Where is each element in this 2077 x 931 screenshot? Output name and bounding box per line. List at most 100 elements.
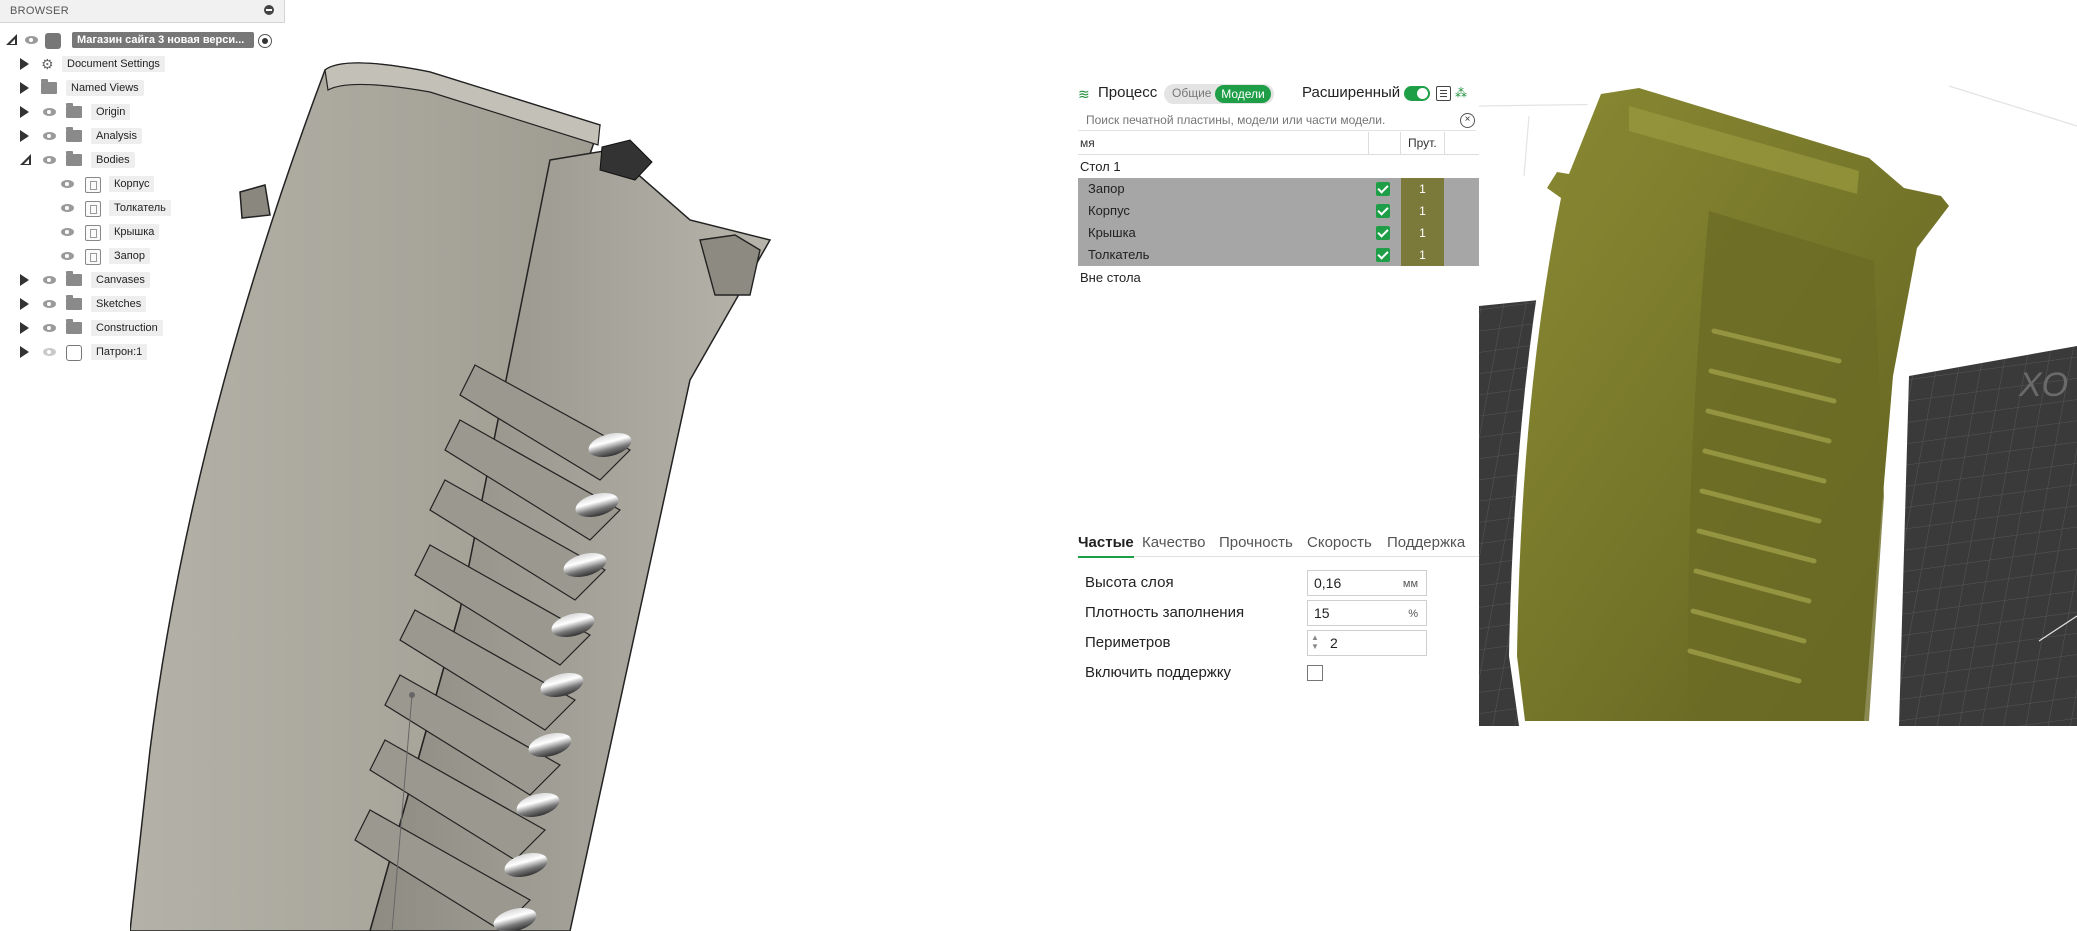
setting-label: Плотность заполнения xyxy=(1085,604,1245,621)
stepper-arrows-icon[interactable]: ▲ ▼ xyxy=(1311,633,1319,651)
tab-quality[interactable]: Качество xyxy=(1142,534,1205,551)
gear-icon: ⚙ xyxy=(41,56,54,72)
slicer-panel: ≋ Процесс Общие Модели Расширенный ⁂ × м… xyxy=(1078,78,1479,718)
object-name: Корпус xyxy=(1088,203,1130,218)
setting-perimeters: Периметров ▲ ▼ 2 xyxy=(1078,628,1479,656)
expand-icon[interactable] xyxy=(20,322,29,334)
seg-general[interactable]: Общие xyxy=(1172,86,1211,100)
eye-icon[interactable] xyxy=(43,108,56,116)
plate-label[interactable]: Стол 1 xyxy=(1080,159,1121,174)
component-icon xyxy=(45,33,61,49)
seg-models[interactable]: Модели xyxy=(1215,85,1271,103)
outside-plate-label[interactable]: Вне стола xyxy=(1080,270,1141,285)
setting-label: Включить поддержку xyxy=(1085,664,1232,681)
slicer-3d-view[interactable]: XO xyxy=(1479,76,2077,726)
object-count[interactable]: 1 xyxy=(1401,222,1444,244)
folder-icon xyxy=(66,271,82,286)
tab-frequent[interactable]: Частые xyxy=(1078,534,1134,558)
object-row-zapor[interactable]: Запор 1 xyxy=(1078,178,1479,200)
folder-icon xyxy=(66,103,82,118)
expand-icon[interactable] xyxy=(20,130,29,142)
expand-icon[interactable] xyxy=(20,274,29,286)
object-name: Крышка xyxy=(1088,225,1136,240)
setting-unit: мм xyxy=(1402,578,1418,590)
eye-icon[interactable] xyxy=(43,300,56,308)
eye-icon[interactable] xyxy=(43,276,56,284)
setting-unit: % xyxy=(1408,608,1418,620)
eye-icon[interactable] xyxy=(43,132,56,140)
layer-height-input[interactable]: 0,16 мм xyxy=(1307,570,1427,596)
eye-icon[interactable] xyxy=(43,324,56,332)
process-title: Процесс xyxy=(1098,84,1158,101)
expand-icon[interactable] xyxy=(20,106,29,118)
component-icon xyxy=(66,345,82,361)
perimeters-stepper[interactable]: ▲ ▼ 2 xyxy=(1307,630,1427,656)
setting-value: 15 xyxy=(1314,605,1330,621)
cad-side-lug xyxy=(239,184,271,219)
expand-icon[interactable] xyxy=(20,58,29,70)
eye-icon[interactable] xyxy=(61,204,74,212)
object-row-tolkatel[interactable]: Толкатель 1 xyxy=(1078,244,1479,266)
root-component-label: Магазин сайга 3 новая верси... xyxy=(72,32,254,48)
eye-icon[interactable] xyxy=(61,228,74,236)
collapse-icon[interactable] xyxy=(264,5,274,15)
process-bar: ≋ Процесс Общие Модели Расширенный ⁂ xyxy=(1078,78,1479,108)
setting-layer-height: Высота слоя 0,16 мм xyxy=(1078,568,1479,596)
object-enabled-checkbox[interactable] xyxy=(1376,182,1390,196)
eye-icon[interactable] xyxy=(61,180,74,188)
body-icon xyxy=(85,201,101,217)
eye-hidden-icon[interactable] xyxy=(43,348,56,356)
search-input[interactable] xyxy=(1086,112,1446,128)
browser-item-label: Bodies xyxy=(91,152,135,168)
tab-support[interactable]: Поддержка xyxy=(1387,534,1465,551)
tab-strength[interactable]: Прочность xyxy=(1219,534,1293,551)
object-row-korpus[interactable]: Корпус 1 xyxy=(1078,200,1479,222)
setting-infill: Плотность заполнения 15 % xyxy=(1078,598,1479,626)
column-count[interactable]: Прут. xyxy=(1408,136,1437,150)
list-icon[interactable] xyxy=(1436,86,1451,101)
slicer-model[interactable] xyxy=(1509,82,1959,726)
expand-open-icon[interactable] xyxy=(6,34,17,45)
tree-settings-icon[interactable]: ⁂ xyxy=(1455,86,1467,100)
activate-radio-icon[interactable] xyxy=(258,34,272,48)
eye-icon[interactable] xyxy=(61,252,74,260)
cad-construction-point xyxy=(409,692,415,698)
object-count[interactable]: 1 xyxy=(1401,200,1444,222)
eye-icon[interactable] xyxy=(43,156,56,164)
browser-title: BROWSER xyxy=(10,5,69,17)
support-checkbox[interactable] xyxy=(1307,665,1323,681)
infill-input[interactable]: 15 % xyxy=(1307,600,1427,626)
browser-root-item[interactable]: Магазин сайга 3 новая верси... xyxy=(0,28,284,52)
folder-icon xyxy=(41,79,57,94)
object-enabled-checkbox[interactable] xyxy=(1376,248,1390,262)
object-name: Запор xyxy=(1088,181,1125,196)
object-row-kryshka[interactable]: Крышка 1 xyxy=(1078,222,1479,244)
object-name: Толкатель xyxy=(1088,247,1150,262)
object-enabled-checkbox[interactable] xyxy=(1376,226,1390,240)
folder-icon xyxy=(66,319,82,334)
advanced-toggle[interactable] xyxy=(1404,86,1430,101)
objects-table-header: мя Прут. xyxy=(1078,132,1479,155)
expand-icon[interactable] xyxy=(20,298,29,310)
process-mode-switch[interactable]: Общие Модели xyxy=(1164,84,1274,104)
search-bar: × xyxy=(1078,110,1476,131)
expand-open-icon[interactable] xyxy=(20,154,31,165)
eye-icon[interactable] xyxy=(25,36,38,44)
setting-value: 0,16 xyxy=(1314,575,1342,591)
object-count[interactable]: 1 xyxy=(1401,244,1444,266)
expand-icon[interactable] xyxy=(20,82,29,94)
object-enabled-checkbox[interactable] xyxy=(1376,204,1390,218)
column-name[interactable]: мя xyxy=(1080,136,1095,150)
tab-speed[interactable]: Скорость xyxy=(1307,534,1372,551)
setting-label: Периметров xyxy=(1085,634,1171,651)
folder-icon xyxy=(66,127,82,142)
expand-icon[interactable] xyxy=(20,346,29,358)
clear-search-icon[interactable]: × xyxy=(1460,113,1475,128)
process-icon: ≋ xyxy=(1078,86,1090,102)
folder-icon xyxy=(66,151,82,166)
setting-support: Включить поддержку xyxy=(1078,658,1479,686)
body-icon xyxy=(85,249,101,265)
object-count[interactable]: 1 xyxy=(1401,178,1444,200)
browser-item-label: Origin xyxy=(91,104,131,120)
cad-viewport-model[interactable] xyxy=(130,50,1030,931)
